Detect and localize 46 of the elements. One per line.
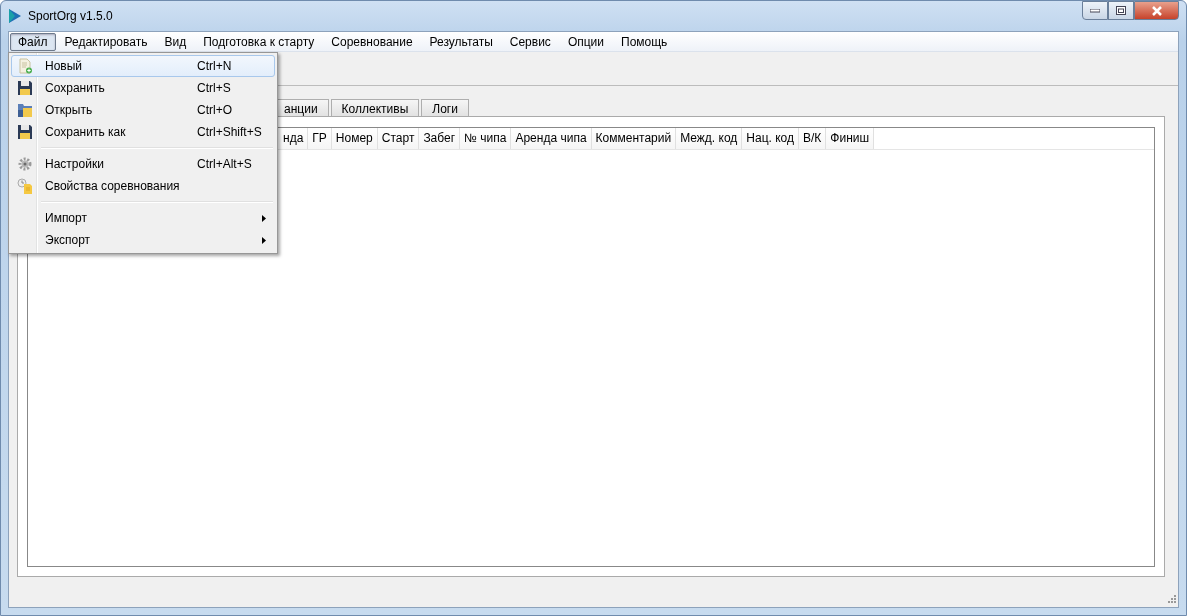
menu-item[interactable]: Соревнование [323, 32, 421, 51]
column-header[interactable]: Нац. код [742, 128, 799, 149]
menu-item[interactable]: Экспорт [11, 229, 275, 251]
tab[interactable]: Логи [421, 99, 469, 116]
menu-item[interactable]: Редактировать [56, 32, 156, 51]
menu-item[interactable]: Импорт [11, 207, 275, 229]
close-button[interactable] [1134, 1, 1179, 20]
menu-item[interactable]: Файл [10, 32, 56, 51]
tab[interactable]: Коллективы [330, 99, 420, 116]
menu-item[interactable]: Подготовка к старту [195, 32, 323, 51]
menu-item[interactable]: Опции [559, 32, 612, 51]
column-header[interactable]: № чипа [460, 128, 512, 149]
maximize-icon [1116, 6, 1126, 15]
minimize-button[interactable] [1082, 1, 1108, 20]
submenu-arrow-icon [262, 236, 266, 244]
menu-item[interactable]: Результаты [421, 32, 501, 51]
new-document-icon [17, 58, 33, 74]
column-header[interactable]: Номер [331, 128, 378, 149]
clock-document-icon [17, 178, 33, 194]
menu-item[interactable]: Открыть Ctrl+O [11, 99, 275, 121]
column-header[interactable]: В/К [799, 128, 827, 149]
submenu-arrow-icon [262, 214, 266, 222]
minimize-icon [1090, 8, 1100, 13]
resize-grip-icon[interactable] [1166, 595, 1176, 605]
column-header[interactable]: Аренда чипа [511, 128, 592, 149]
close-icon [1150, 5, 1163, 16]
column-header[interactable]: нда [279, 128, 309, 149]
column-header[interactable]: Старт [377, 128, 420, 149]
column-header[interactable]: Комментарий [591, 128, 677, 149]
maximize-button[interactable] [1108, 1, 1134, 20]
menu-item[interactable]: Свойства соревнования [11, 175, 275, 197]
menu-item[interactable]: Сохранить как Ctrl+Shift+S [11, 121, 275, 143]
column-header[interactable]: Межд. код [676, 128, 743, 149]
menu-item[interactable]: Сохранить Ctrl+S [11, 77, 275, 99]
column-header[interactable]: Забег [419, 128, 461, 149]
gear-icon [17, 156, 33, 172]
folder-icon [17, 102, 33, 118]
column-header[interactable]: ГР [308, 128, 332, 149]
menu-item[interactable]: Настройки Ctrl+Alt+S [11, 153, 275, 175]
play-logo-icon [8, 8, 22, 24]
menu-item[interactable]: Помощь [613, 32, 676, 51]
window-title: SportOrg v1.5.0 [28, 9, 113, 23]
menu-item[interactable]: Новый Ctrl+N [11, 55, 275, 77]
menu-item[interactable]: Сервис [501, 32, 559, 51]
menu-item[interactable]: Вид [156, 32, 195, 51]
column-header[interactable]: Финиш [826, 128, 875, 149]
